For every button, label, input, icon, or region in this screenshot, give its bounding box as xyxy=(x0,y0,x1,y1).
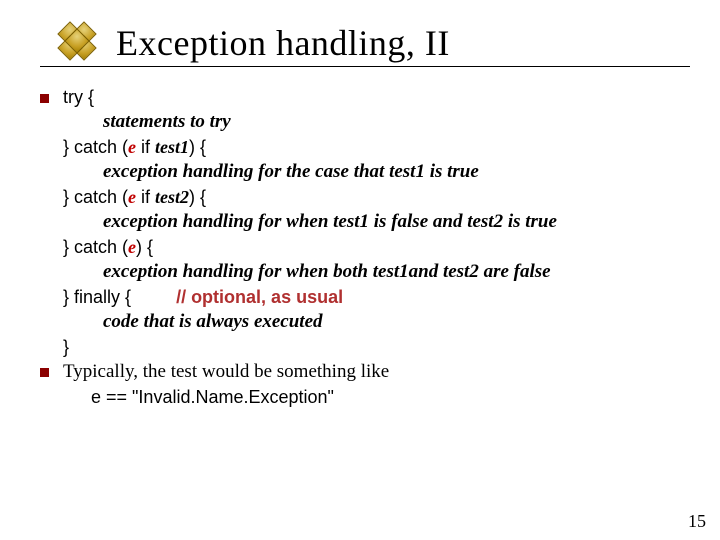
code-line: } catch (e if test1) { xyxy=(63,135,690,159)
bullet-item-2: Typically, the test would be something l… xyxy=(40,359,690,409)
code-comment: exception handling for when both test1an… xyxy=(103,259,690,285)
bullet-icon xyxy=(40,368,49,377)
code-line: } finally { // optional, as usual xyxy=(63,285,690,309)
diamond-cluster-icon xyxy=(58,22,98,60)
code-comment: statements to try xyxy=(103,109,690,135)
bullet-item-1: try { statements to try } catch (e if te… xyxy=(40,85,690,359)
text-line: Typically, the test would be something l… xyxy=(63,359,690,385)
code-line: try { xyxy=(63,85,690,109)
slide-title: Exception handling, II xyxy=(116,22,450,64)
code-line: } catch (e if test2) { xyxy=(63,185,690,209)
slide-header: Exception handling, II xyxy=(58,22,690,64)
header-divider xyxy=(40,66,690,67)
bullet-2-body: Typically, the test would be something l… xyxy=(63,359,690,409)
code-line: } xyxy=(63,335,690,359)
slide-content: try { statements to try } catch (e if te… xyxy=(40,85,690,409)
code-comment: exception handling for the case that tes… xyxy=(103,159,690,185)
code-line: e == "Invalid.Name.Exception" xyxy=(91,385,690,409)
bullet-1-body: try { statements to try } catch (e if te… xyxy=(63,85,690,359)
slide: Exception handling, II try { statements … xyxy=(0,0,720,540)
page-number: 15 xyxy=(688,511,706,532)
code-line: } catch (e) { xyxy=(63,235,690,259)
code-comment: exception handling for when test1 is fal… xyxy=(103,209,690,235)
code-comment: code that is always executed xyxy=(103,309,690,335)
bullet-icon xyxy=(40,94,49,103)
